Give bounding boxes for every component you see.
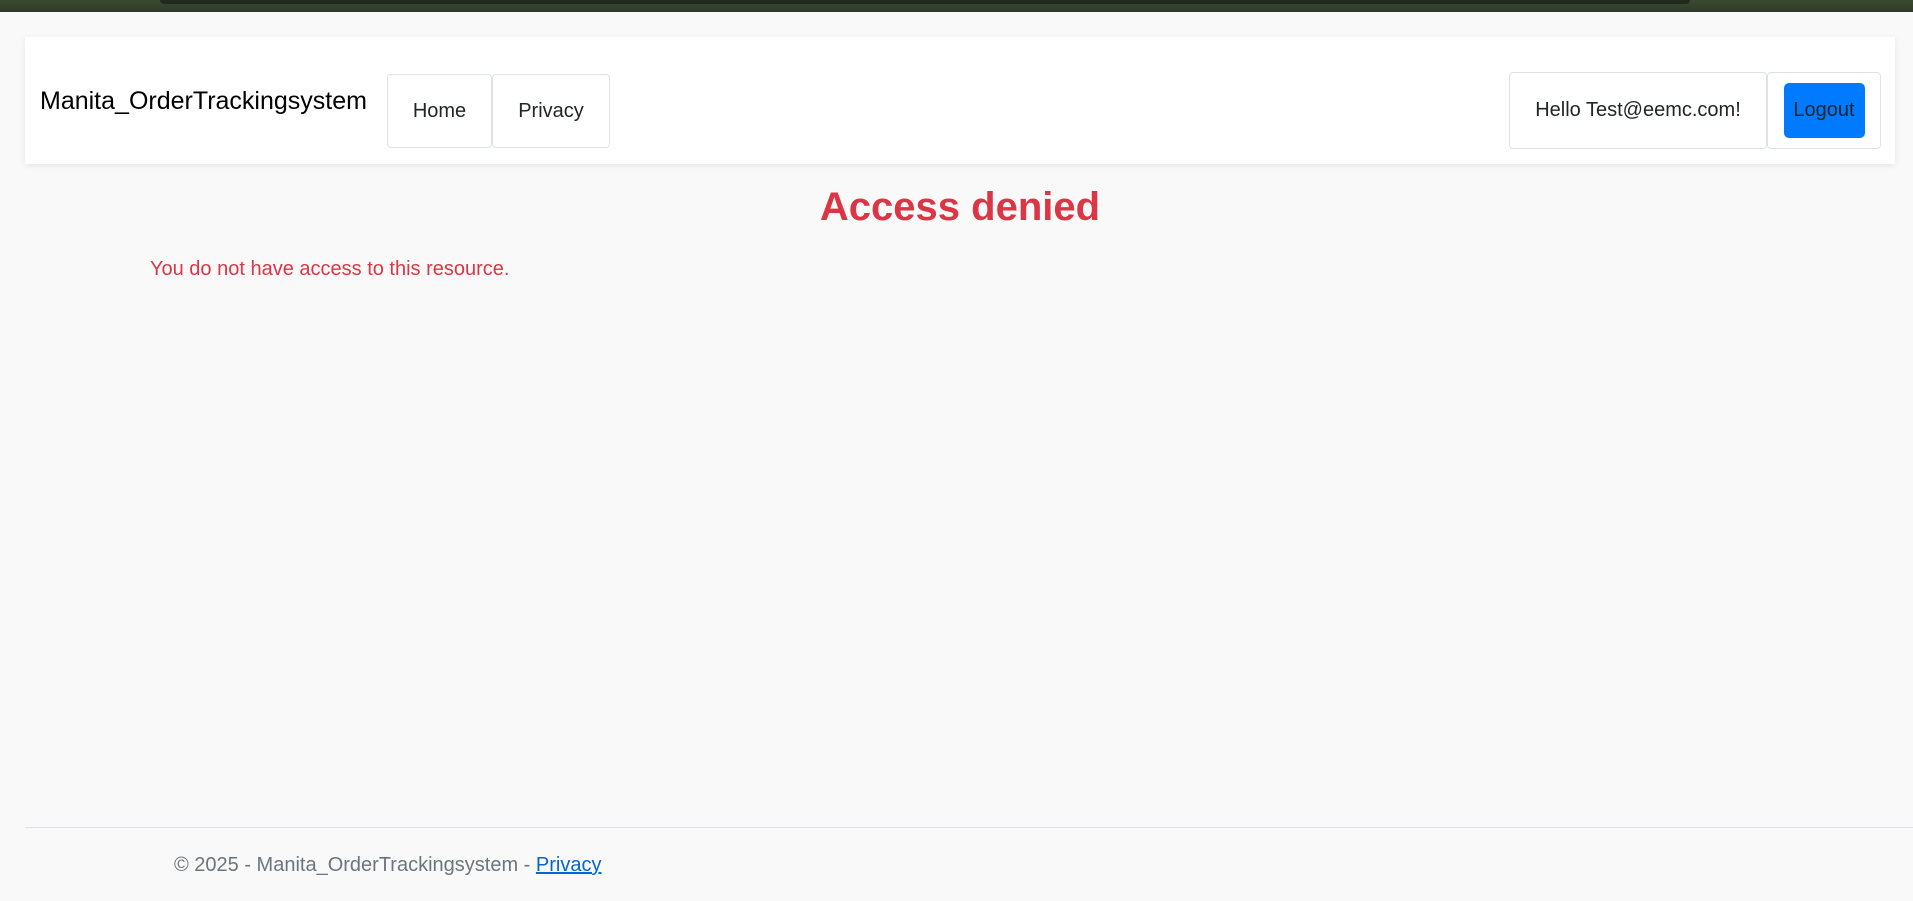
access-denied-message: You do not have access to this resource. <box>150 258 510 280</box>
footer: © 2025 - Manita_OrderTrackingsystem - Pr… <box>174 854 601 877</box>
logout-button[interactable]: Logout <box>1783 83 1865 138</box>
browser-top-strip <box>0 0 1913 12</box>
nav-privacy-link[interactable]: Privacy <box>492 74 610 148</box>
navbar: Manita_OrderTrackingsystem Home Privacy … <box>25 37 1895 164</box>
browser-top-strip-inner <box>160 0 1690 4</box>
user-greeting[interactable]: Hello Test@eemc.com! <box>1509 72 1767 149</box>
brand-link[interactable]: Manita_OrderTrackingsystem <box>40 87 367 116</box>
nav-home-link[interactable]: Home <box>387 74 492 148</box>
footer-text: © 2025 - Manita_OrderTrackingsystem - <box>174 854 536 876</box>
footer-divider <box>25 827 1913 828</box>
page-title: Access denied <box>819 185 1101 229</box>
footer-privacy-link[interactable]: Privacy <box>536 854 602 876</box>
logout-form: Logout <box>1767 72 1881 149</box>
